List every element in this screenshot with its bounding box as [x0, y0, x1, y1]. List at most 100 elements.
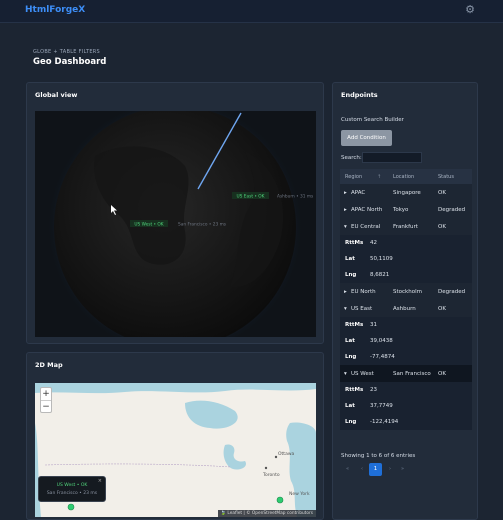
map-city-new-york: New York: [289, 491, 310, 497]
detail-row: Lng 8,6821: [340, 267, 472, 283]
globe-card-title: Global view: [35, 91, 78, 99]
detail-row: Lat 39,0438: [340, 333, 472, 349]
popup-subtitle: San Francisco • 23 ms: [46, 491, 98, 496]
expand-arrow-icon[interactable]: ▸: [344, 289, 347, 295]
pager-first-button[interactable]: «: [346, 466, 349, 472]
detail-label: Lng: [345, 354, 357, 360]
detail-label: Lat: [345, 256, 355, 262]
table-row[interactable]: ▾ US East Ashburn OK: [340, 300, 472, 317]
globe-svg: US East • OK Ashburn • 31 ms US West • O…: [47, 111, 314, 337]
detail-label: Lat: [345, 338, 355, 344]
table-info: Showing 1 to 6 of 6 entries: [341, 453, 416, 459]
zoom-control: + −: [40, 387, 52, 413]
table-row[interactable]: ▸ EU North Stockholm Degraded: [340, 283, 472, 300]
detail-value: 50,1109: [370, 256, 393, 262]
detail-value: -122,4194: [370, 419, 399, 425]
detail-value: 8,6821: [370, 272, 390, 278]
top-bar: HtmlForgeX ⚙: [0, 0, 503, 23]
globe-label-us-east[interactable]: US East • OK: [237, 194, 265, 200]
map-marker-us-east[interactable]: [276, 496, 284, 504]
cell-status: OK: [438, 224, 446, 230]
detail-row: Lat 50,1109: [340, 251, 472, 267]
cell-region: EU Central: [351, 224, 381, 230]
pagination: « ‹ 1 › »: [341, 463, 461, 476]
pager-next-button[interactable]: ›: [389, 466, 391, 472]
detail-value: 37,7749: [370, 403, 393, 409]
map-city-toronto: Toronto: [262, 472, 280, 478]
detail-label: Lng: [345, 419, 357, 425]
cell-location: Frankfurt: [393, 224, 418, 230]
cell-status: OK: [438, 371, 446, 377]
table-row[interactable]: ▸ APAC North Tokyo Degraded: [340, 201, 472, 218]
detail-value: 39,0438: [370, 338, 393, 344]
expand-arrow-icon[interactable]: ▸: [344, 207, 347, 213]
popup-title: US West • OK: [56, 483, 88, 488]
pager-prev-button[interactable]: ‹: [361, 466, 363, 472]
collapse-arrow-icon[interactable]: ▾: [344, 224, 347, 230]
cell-status: Degraded: [438, 289, 466, 295]
map-card-title: 2D Map: [35, 361, 63, 369]
table-row[interactable]: ▾ EU Central Frankfurt OK: [340, 218, 472, 235]
globe-label-ashburn: Ashburn • 31 ms: [277, 194, 314, 200]
map-viewport[interactable]: Ottawa Toronto New York + − × US West • …: [35, 383, 316, 517]
pager-current-page[interactable]: 1: [369, 463, 382, 476]
expand-arrow-icon[interactable]: ▸: [344, 190, 347, 196]
add-condition-button[interactable]: Add Condition: [341, 130, 392, 146]
detail-row: Lng -122,4194: [340, 414, 472, 430]
endpoints-table: Region ↑ Location Status ▸ APAC Singapor…: [340, 169, 472, 430]
detail-value: 23: [370, 387, 377, 393]
detail-label: Lat: [345, 403, 355, 409]
search-input[interactable]: [362, 152, 422, 163]
cell-location: Stockholm: [393, 289, 422, 295]
pager-last-button[interactable]: »: [401, 466, 404, 472]
globe-label-san-francisco: San Francisco • 23 ms: [178, 222, 227, 228]
table-row[interactable]: ▸ APAC Singapore OK: [340, 184, 472, 201]
detail-label: RttMs: [345, 387, 364, 393]
map-marker-us-west[interactable]: [67, 503, 75, 511]
detail-row: RttMs 23: [340, 382, 472, 398]
search-builder-label: Custom Search Builder: [341, 117, 404, 123]
zoom-in-button[interactable]: +: [41, 388, 51, 400]
gear-icon[interactable]: ⚙: [464, 4, 476, 16]
endpoints-card-title: Endpoints: [341, 91, 378, 99]
map-card: 2D Map Ottawa Toronto New York + − × US …: [26, 352, 324, 520]
cell-region: APAC: [351, 190, 366, 196]
sort-icon[interactable]: ↑: [377, 174, 381, 180]
cell-location: San Francisco: [393, 371, 431, 377]
detail-label: Lng: [345, 272, 357, 278]
globe-label-us-west[interactable]: US West • OK: [134, 222, 163, 228]
cell-location: Ashburn: [393, 306, 416, 312]
cell-region: EU North: [351, 289, 376, 295]
table-header: Region ↑ Location Status: [340, 169, 472, 184]
cell-region: US East: [351, 306, 373, 312]
cell-region: US West: [351, 371, 374, 377]
breadcrumb: GLOBE + TABLE FILTERS: [33, 49, 101, 55]
map-popup: × US West • OK San Francisco • 23 ms: [38, 476, 106, 502]
globe-viewport[interactable]: US East • OK Ashburn • 31 ms US West • O…: [35, 111, 316, 337]
column-header-location[interactable]: Location: [393, 174, 414, 180]
brand-logo[interactable]: HtmlForgeX: [25, 5, 85, 15]
collapse-arrow-icon[interactable]: ▾: [344, 306, 347, 312]
globe-card: Global view US East • OK Ashburn • 31 ms: [26, 82, 324, 344]
column-header-region[interactable]: Region: [345, 174, 362, 180]
detail-label: RttMs: [345, 322, 364, 328]
cell-location: Tokyo: [393, 207, 409, 213]
cell-status: OK: [438, 306, 446, 312]
detail-row: RttMs 42: [340, 235, 472, 251]
zoom-out-button[interactable]: −: [41, 400, 51, 412]
table-row[interactable]: ▾ US West San Francisco OK: [340, 365, 472, 382]
cell-status: Degraded: [438, 207, 466, 213]
map-attribution[interactable]: 🍃 Leaflet | © OpenStreetMap contributors: [217, 510, 316, 517]
page-title: Geo Dashboard: [33, 57, 107, 67]
cell-location: Singapore: [393, 190, 421, 196]
collapse-arrow-icon[interactable]: ▾: [344, 371, 347, 377]
search-label: Search:: [341, 155, 362, 161]
detail-value: 42: [370, 240, 377, 246]
column-header-status[interactable]: Status: [438, 174, 454, 180]
map-city-ottawa: Ottawa: [278, 451, 295, 457]
detail-value: -77,4874: [370, 354, 395, 360]
map-city-dot: [264, 466, 268, 470]
map-city-dot: [274, 455, 278, 459]
detail-label: RttMs: [345, 240, 364, 246]
detail-row: Lat 37,7749: [340, 398, 472, 414]
